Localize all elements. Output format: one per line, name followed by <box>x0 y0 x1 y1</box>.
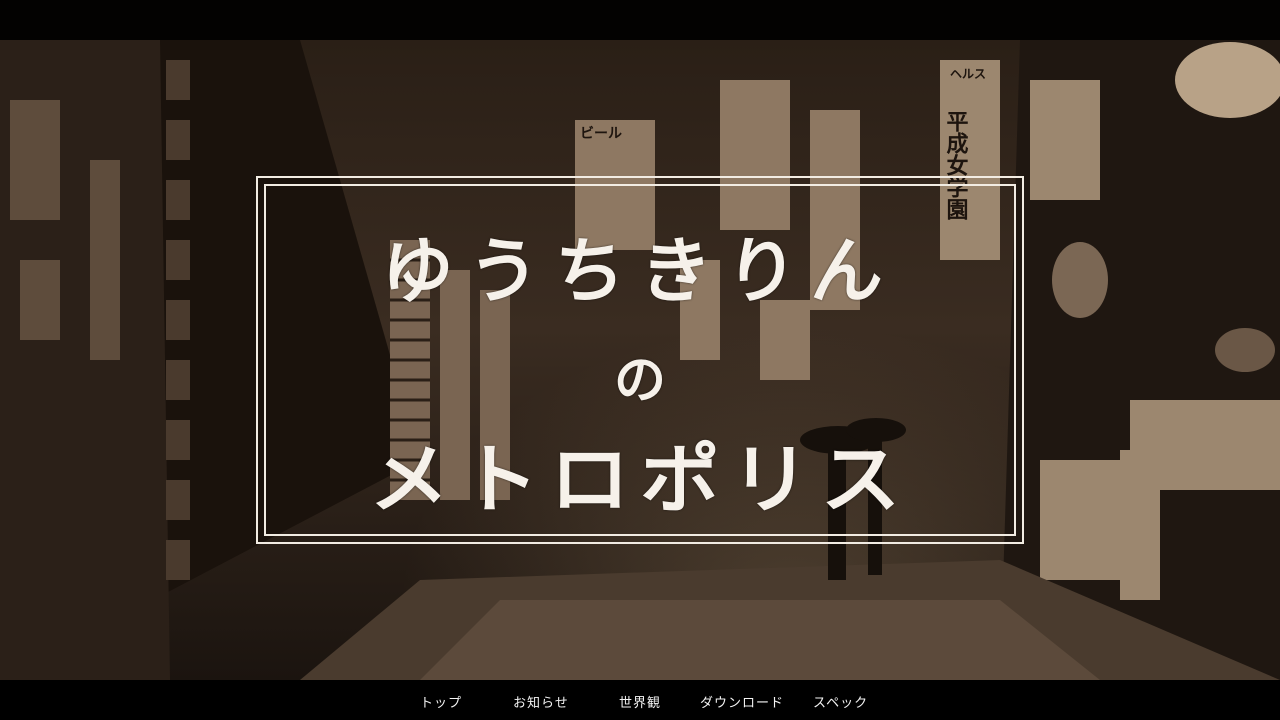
nav-news-link[interactable]: お知らせ <box>513 692 569 711</box>
sign-beer-text: ビール <box>580 126 622 142</box>
top-letterbox-bar <box>0 0 1280 40</box>
game-title-line-2: の <box>613 350 666 411</box>
nav-download-link[interactable]: ダウンロード <box>700 692 784 711</box>
game-title-line-3: メトロポリス <box>369 435 911 524</box>
nav-world-link[interactable]: 世界観 <box>619 692 661 711</box>
bottom-nav-bar: トップ お知らせ 世界観 ダウンロード スペック <box>0 680 1280 720</box>
nav-top-link[interactable]: トップ <box>420 692 462 711</box>
nav-spec-link[interactable]: スペック <box>813 692 868 711</box>
sign-heru-text: ヘルス <box>950 67 986 81</box>
game-title-line-1: ゆうちきりん <box>378 228 901 313</box>
